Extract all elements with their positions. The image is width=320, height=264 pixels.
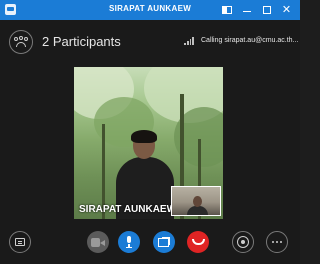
hang-up-button[interactable] <box>187 231 209 253</box>
title-bar: SIRAPAT AUNKAEW ✕ <box>0 0 300 20</box>
remote-video: SIRAPAT AUNKAEW <box>74 67 223 219</box>
share-screen-icon <box>158 237 170 247</box>
video-button[interactable] <box>87 231 109 253</box>
signal-strength-icon <box>184 37 194 45</box>
maximize-icon <box>262 5 271 14</box>
people-icon <box>14 36 28 48</box>
call-devices-icon <box>237 236 249 248</box>
video-camera-icon <box>91 237 105 247</box>
layout-button[interactable] <box>218 2 235 17</box>
participants-button[interactable] <box>9 30 33 54</box>
more-options-icon <box>272 241 282 243</box>
minimize-button[interactable] <box>238 2 255 17</box>
hang-up-icon <box>191 239 205 245</box>
call-devices-button[interactable] <box>232 231 254 253</box>
layout-icon <box>221 5 232 14</box>
window-title: SIRAPAT AUNKAEW <box>108 4 192 13</box>
close-button[interactable]: ✕ <box>278 2 295 17</box>
self-view-preview[interactable] <box>171 186 221 216</box>
calling-status: Calling sirapat.au@cmu.ac.th... <box>201 37 299 44</box>
share-button[interactable] <box>153 231 175 253</box>
caller-name: SIRAPAT AUNKAEW <box>79 204 177 215</box>
microphone-icon <box>125 236 133 248</box>
participants-label: 2 Participants <box>42 34 121 49</box>
maximize-button[interactable] <box>258 2 275 17</box>
more-options-button[interactable] <box>266 231 288 253</box>
chat-button[interactable] <box>9 231 31 253</box>
close-icon: ✕ <box>281 4 292 16</box>
mute-button[interactable] <box>118 231 140 253</box>
chat-icon <box>15 238 25 246</box>
